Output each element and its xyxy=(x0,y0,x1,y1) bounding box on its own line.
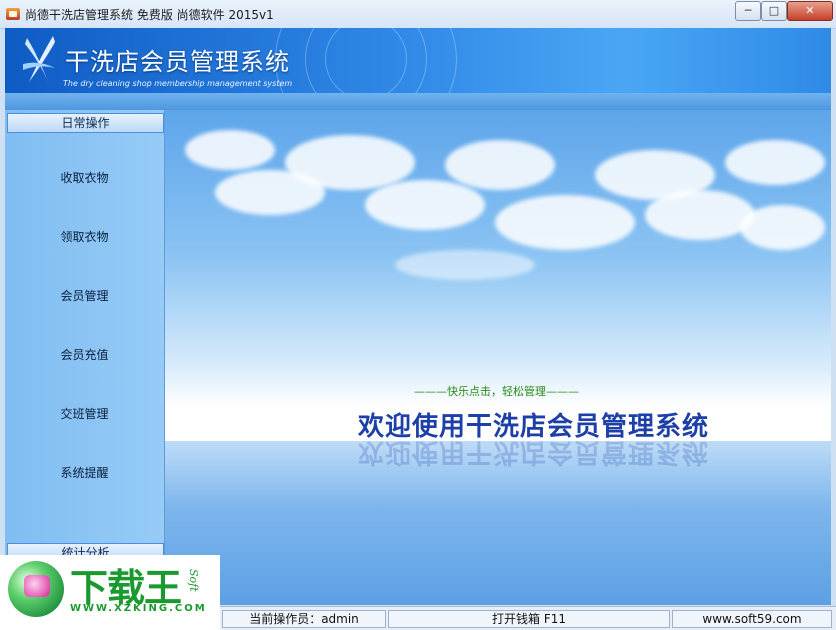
sidebar-item-shift-management[interactable]: 交班管理 xyxy=(5,405,164,422)
minimize-button[interactable]: ─ xyxy=(735,1,761,21)
cloud xyxy=(740,205,825,250)
status-current-operator: 当前操作员：admin xyxy=(222,610,386,628)
banner-title: 干洗店会员管理系统 xyxy=(65,48,290,76)
close-button[interactable]: ✕ xyxy=(787,1,833,21)
cloud xyxy=(645,190,755,240)
cloud xyxy=(185,130,275,170)
decor-ring xyxy=(275,28,457,93)
sidebar-section-daily[interactable]: 日常操作 xyxy=(7,113,164,133)
status-open-drawer[interactable]: 打开钱箱 F11 xyxy=(388,610,670,628)
sidebar-item-receive-clothes[interactable]: 收取衣物 xyxy=(5,169,164,186)
cloud xyxy=(395,250,535,280)
sidebar-item-member-management[interactable]: 会员管理 xyxy=(5,287,164,304)
title-bar[interactable]: 尚德干洗店管理系统 免费版 尚德软件 2015v1 ─ □ ✕ xyxy=(0,0,836,29)
cloud xyxy=(285,135,415,190)
sidebar-item-system-reminder[interactable]: 系统提醒 xyxy=(5,464,164,481)
window-title: 尚德干洗店管理系统 免费版 尚德软件 2015v1 xyxy=(25,8,274,22)
cloud xyxy=(725,140,825,185)
logo-icon xyxy=(23,36,55,84)
banner-subtitle: The dry cleaning shop membership managem… xyxy=(63,79,293,88)
cloud xyxy=(365,180,485,230)
header-strip xyxy=(5,93,831,110)
welcome-title-reflection: 欢迎使用干洗店会员管理系统 xyxy=(358,437,710,467)
sidebar-item-pickup-clothes[interactable]: 领取衣物 xyxy=(5,228,164,245)
watermark-ball-icon xyxy=(8,561,64,617)
app-window: 尚德干洗店管理系统 免费版 尚德软件 2015v1 ─ □ ✕ 干洗店会员管理系… xyxy=(0,0,836,630)
main-welcome-panel: ———快乐点击，轻松管理——— 欢迎使用干洗店会员管理系统 欢迎使用干洗店会员管… xyxy=(165,110,831,605)
watermark-soft: Soft xyxy=(187,569,200,592)
sidebar: 日常操作 收取衣物 领取衣物 会员管理 会员充值 交班管理 系统提醒 统计分析 xyxy=(5,110,165,605)
cloud xyxy=(445,140,555,190)
header-banner: 干洗店会员管理系统 The dry cleaning shop membersh… xyxy=(5,28,831,93)
app-icon xyxy=(6,8,20,20)
status-website: www.soft59.com xyxy=(672,610,832,628)
maximize-button[interactable]: □ xyxy=(761,1,787,21)
cloud xyxy=(495,195,635,250)
tagline: ———快乐点击，轻松管理——— xyxy=(414,385,579,398)
watermark-logo: 下载王 Soft WWW.XZKING.COM xyxy=(0,555,220,630)
watermark-url: WWW.XZKING.COM xyxy=(70,603,207,614)
sidebar-item-member-recharge[interactable]: 会员充值 xyxy=(5,346,164,363)
